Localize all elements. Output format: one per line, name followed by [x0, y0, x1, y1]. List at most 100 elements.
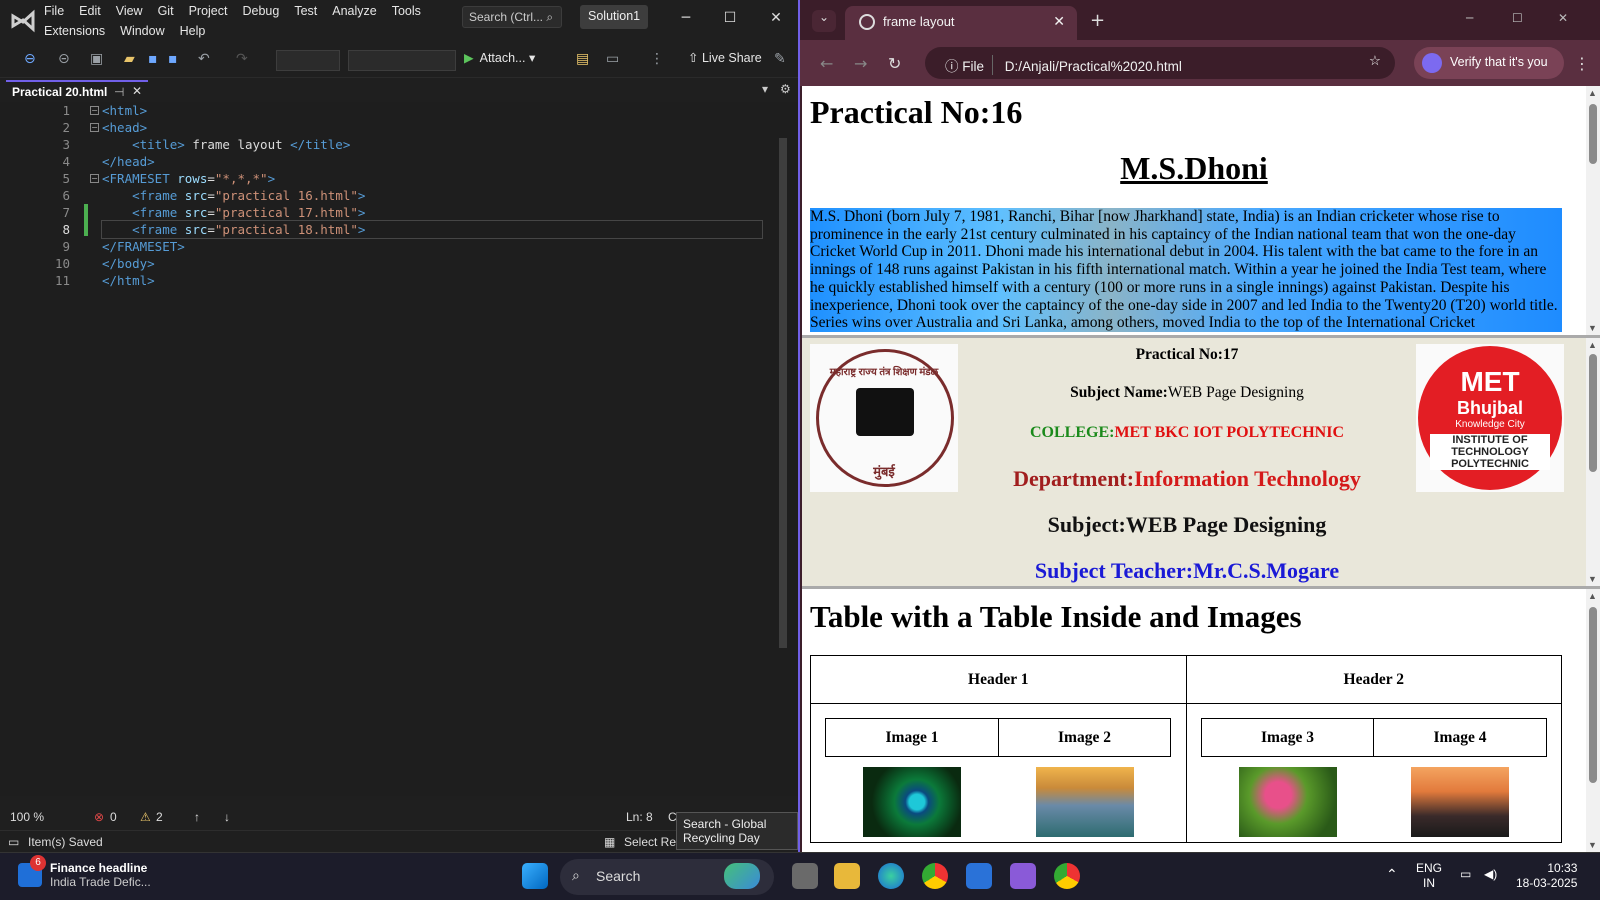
frame-practical-18[interactable]: Table with a Table Inside and Images Hea… [802, 589, 1600, 852]
more-icon[interactable]: ⋮ [650, 51, 664, 67]
verify-profile-button[interactable]: Verify that it's you [1414, 47, 1564, 79]
news-widget[interactable]: 6 Finance headline India Trade Defic... [18, 855, 151, 889]
configuration-dropdown[interactable] [276, 50, 340, 71]
scrollbar-thumb[interactable] [1589, 607, 1597, 783]
vs-search-box[interactable]: Search (Ctrl... ⌕ [462, 6, 562, 28]
frame-practical-17[interactable]: महाराष्ट्र राज्य तंत्र शिक्षण मंडळ मुंबई… [802, 338, 1600, 589]
reload-icon[interactable]: ↻ [888, 54, 901, 73]
scrollbar-thumb[interactable] [1589, 354, 1597, 472]
error-count[interactable]: 0 [110, 810, 117, 824]
taskbar-search[interactable]: ⌕ Search [560, 859, 774, 895]
save-icon[interactable]: ▪ [148, 51, 158, 67]
layout-icon[interactable]: ▭ [606, 51, 619, 67]
solution-name[interactable]: Solution1 [580, 5, 649, 29]
code-editor[interactable]: 1 2 3 4 5 6 7 8 9 10 11 − − − <html> <he… [0, 102, 798, 796]
chrome-profile-icon[interactable] [1054, 863, 1080, 889]
tray-expand-icon[interactable]: ⌃ [1386, 867, 1398, 882]
fold-toggle-icon[interactable]: − [90, 174, 99, 183]
menu-git[interactable]: Git [158, 2, 181, 20]
frame2-scrollbar[interactable]: ▲ ▼ [1586, 338, 1600, 586]
visual-studio-taskbar-icon[interactable] [1010, 863, 1036, 889]
zoom-level[interactable]: 100 % [10, 810, 44, 824]
frame-practical-16[interactable]: Practical No:16 M.S.Dhoni M.S. Dhoni (bo… [802, 86, 1600, 338]
settings-gear-icon[interactable]: ⚙ [780, 82, 791, 96]
site-info-chip[interactable]: ⓘ File [937, 55, 994, 75]
system-clock[interactable]: 10:33 18-03-2025 [1516, 861, 1577, 891]
scroll-up-icon[interactable]: ▲ [1588, 591, 1597, 601]
scroll-down-icon[interactable]: ▼ [1588, 323, 1597, 333]
bookmark-star-icon[interactable]: ☆ [1369, 53, 1381, 69]
tab-dropdown-icon[interactable]: ▾ [762, 82, 768, 96]
next-issue-icon[interactable]: ↓ [224, 810, 230, 824]
folder-icon[interactable]: ▤ [576, 51, 589, 67]
frame1-scrollbar[interactable]: ▲ ▼ [1586, 86, 1600, 335]
chrome-icon[interactable] [922, 863, 948, 889]
attach-button[interactable]: ▶ Attach... ▾ [464, 50, 535, 65]
tab-search-icon[interactable]: ⌄ [812, 10, 836, 32]
open-folder-icon[interactable]: ▰ [124, 51, 135, 67]
scroll-down-icon[interactable]: ▼ [1588, 574, 1597, 584]
redo-icon[interactable]: ↷ [236, 51, 248, 67]
pin-icon[interactable]: ⊣ [114, 85, 124, 99]
address-bar[interactable]: ⓘ File D:/Anjali/Practical%2020.html ☆ [925, 47, 1395, 79]
browser-menu-icon[interactable]: ⋮ [1574, 54, 1590, 73]
menu-extensions[interactable]: Extensions [44, 22, 112, 40]
warning-count[interactable]: 2 [156, 810, 163, 824]
back-icon[interactable]: ← [820, 54, 833, 73]
menu-view[interactable]: View [116, 2, 150, 20]
fold-toggle-icon[interactable]: − [90, 123, 99, 132]
windows-start-icon[interactable] [522, 863, 548, 889]
scrollbar-thumb[interactable] [1589, 104, 1597, 164]
browser-tab-frame-layout[interactable]: frame layout ✕ [845, 6, 1077, 40]
scroll-up-icon[interactable]: ▲ [1588, 88, 1597, 98]
back-icon[interactable]: ⊖ [24, 51, 36, 67]
language-indicator[interactable]: ENG IN [1416, 861, 1442, 891]
menu-project[interactable]: Project [189, 2, 235, 20]
edge-icon[interactable] [878, 863, 904, 889]
menu-window[interactable]: Window [120, 22, 171, 40]
maximize-icon[interactable]: ☐ [1512, 11, 1523, 25]
menu-test[interactable]: Test [294, 2, 324, 20]
menu-tools[interactable]: Tools [392, 2, 428, 20]
network-icon[interactable]: ▭ [1460, 867, 1471, 882]
frame3-scrollbar[interactable]: ▲ ▼ [1586, 589, 1600, 852]
menu-file[interactable]: File [44, 2, 71, 20]
tab-close-icon[interactable]: ✕ [1053, 13, 1065, 30]
editor-scrollbar[interactable] [776, 134, 790, 794]
minimize-icon[interactable]: ─ [676, 10, 696, 26]
prev-issue-icon[interactable]: ↑ [194, 810, 200, 824]
undo-icon[interactable]: ↶ [198, 51, 210, 67]
forward-icon[interactable]: ⊝ [58, 51, 70, 67]
menu-help[interactable]: Help [180, 22, 213, 40]
store-icon[interactable] [966, 863, 992, 889]
save-all-icon[interactable]: ▪ [168, 51, 178, 67]
file-explorer-icon[interactable] [834, 863, 860, 889]
subject-label: Subject Name: [1070, 384, 1168, 401]
tab-close-icon[interactable]: ✕ [132, 84, 142, 98]
bhujbal-text: Bhujbal [1457, 398, 1523, 418]
volume-icon[interactable]: ◀) [1484, 867, 1497, 882]
task-view-icon[interactable] [792, 863, 818, 889]
feedback-icon[interactable]: ✎ [774, 51, 786, 67]
code-lines[interactable]: <html> <head> <title> frame layout </tit… [101, 102, 763, 289]
forward-icon[interactable]: → [854, 54, 867, 73]
new-tab-icon[interactable]: + [1090, 10, 1105, 31]
menu-debug[interactable]: Debug [242, 2, 286, 20]
scroll-down-icon[interactable]: ▼ [1588, 840, 1597, 850]
maximize-icon[interactable]: ☐ [720, 10, 740, 26]
menu-analyze[interactable]: Analyze [332, 2, 383, 20]
code-line-3: <title> frame layout </title> [102, 136, 762, 153]
code-token: <title> [132, 137, 185, 152]
close-icon[interactable]: ✕ [766, 10, 786, 26]
menu-edit[interactable]: Edit [79, 2, 108, 20]
fold-toggle-icon[interactable]: − [90, 106, 99, 115]
platform-dropdown[interactable] [348, 50, 456, 71]
new-project-icon[interactable]: ▣ [90, 51, 103, 67]
live-share-button[interactable]: ⇧ Live Share [688, 50, 762, 65]
line-indicator[interactable]: Ln: 8 [626, 810, 653, 824]
scrollbar-thumb[interactable] [779, 138, 787, 648]
close-icon[interactable]: ✕ [1558, 11, 1568, 25]
minimize-icon[interactable]: ─ [1466, 11, 1473, 25]
tab-practical-20[interactable]: Practical 20.html ⊣ ✕ [6, 80, 148, 102]
scroll-up-icon[interactable]: ▲ [1588, 340, 1597, 350]
